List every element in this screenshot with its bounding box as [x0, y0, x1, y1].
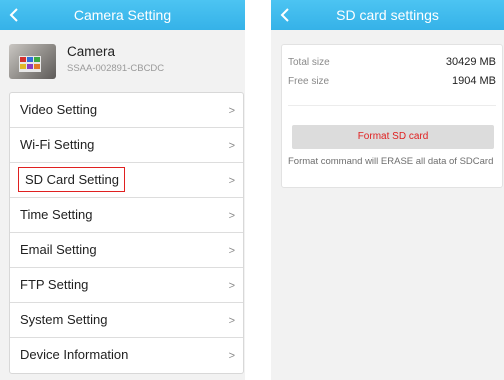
menu-item-device-information[interactable]: Device Information > [10, 338, 243, 373]
sd-card-settings-screen: SD card settings Total size 30429 MB Fre… [271, 0, 504, 380]
menu-item-label: System Setting [20, 312, 108, 327]
camera-header[interactable]: Camera SSAA-002891-CBCDC [9, 34, 245, 84]
camera-thumbnail [9, 44, 56, 79]
page-title: Camera Setting [73, 7, 172, 23]
sd-card-panel: Total size 30429 MB Free size 1904 MB Fo… [281, 44, 503, 188]
camera-name: Camera [67, 44, 116, 59]
menu-item-video-setting[interactable]: Video Setting > [10, 93, 243, 128]
menu-item-label: FTP Setting [20, 277, 89, 292]
menu-item-label: SD Card Setting [18, 167, 125, 192]
chevron-right-icon: > [228, 280, 235, 292]
total-size-label: Total size [288, 57, 330, 68]
chevron-right-icon: > [228, 315, 235, 327]
chevron-right-icon: > [228, 350, 235, 362]
total-size-row: Total size 30429 MB [288, 56, 496, 72]
menu-item-wifi-setting[interactable]: Wi-Fi Setting > [10, 128, 243, 163]
menu-item-email-setting[interactable]: Email Setting > [10, 233, 243, 268]
settings-menu: Video Setting > Wi-Fi Setting > SD Card … [9, 92, 244, 374]
chevron-right-icon: > [228, 210, 235, 222]
total-size-value: 30429 MB [445, 56, 496, 68]
camera-setting-screen: Camera Setting Camera SSAA-002891-CBCDC … [0, 0, 245, 380]
free-size-row: Free size 1904 MB [288, 75, 496, 91]
divider [288, 105, 496, 106]
free-size-label: Free size [288, 76, 330, 87]
menu-item-label: Device Information [20, 347, 129, 362]
free-size-value: 1904 MB [451, 75, 496, 87]
menu-item-label: Email Setting [20, 242, 97, 257]
chevron-right-icon: > [228, 175, 235, 187]
menu-item-ftp-setting[interactable]: FTP Setting > [10, 268, 243, 303]
menu-item-label: Time Setting [20, 207, 93, 222]
chevron-right-icon: > [228, 105, 235, 117]
menu-item-time-setting[interactable]: Time Setting > [10, 198, 243, 233]
page-title: SD card settings [336, 7, 439, 23]
menu-item-sd-card-setting[interactable]: SD Card Setting > [10, 163, 243, 198]
chevron-right-icon: > [228, 140, 235, 152]
menu-item-label: Wi-Fi Setting [20, 137, 95, 152]
format-sd-card-button[interactable]: Format SD card [292, 125, 494, 149]
menu-item-label: Video Setting [20, 102, 98, 117]
camera-id: SSAA-002891-CBCDC [67, 63, 165, 74]
camera-setting-topbar: Camera Setting [0, 0, 245, 30]
format-warning-text: Format command will ERASE all data of SD… [288, 156, 494, 167]
chevron-right-icon: > [228, 245, 235, 257]
sd-card-topbar: SD card settings [271, 0, 504, 30]
menu-item-system-setting[interactable]: System Setting > [10, 303, 243, 338]
